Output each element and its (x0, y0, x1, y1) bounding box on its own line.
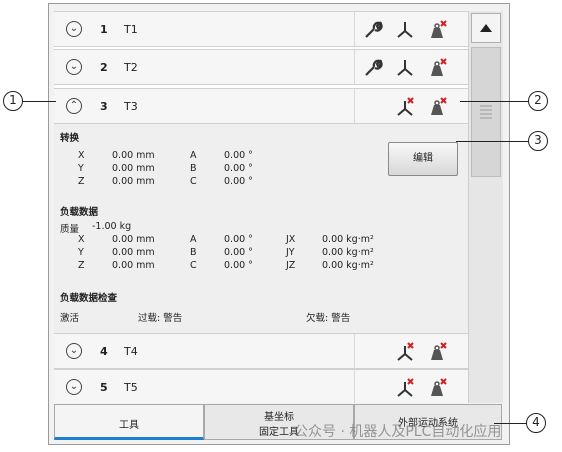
tool-row-t1[interactable]: ⌄ 1 T1 (54, 11, 468, 47)
load-weight-icon[interactable] (426, 341, 448, 363)
tool-row-t5[interactable]: ⌄ 5 T5 (54, 369, 468, 403)
tool-number: 4 (100, 345, 108, 358)
tool-number: 3 (100, 100, 108, 113)
callout-line (460, 101, 530, 102)
edit-button[interactable]: 编辑 (388, 142, 458, 176)
triangle-up-icon (480, 24, 492, 32)
chevron-up-icon[interactable]: ⌃ (66, 98, 82, 114)
mass-value: -1.00 kg (92, 221, 132, 232)
rot-value: 0.00 ° (224, 176, 253, 187)
tool-number: 2 (100, 61, 108, 74)
tab-label: 工具 (119, 420, 139, 431)
chevron-down-icon[interactable]: ⌄ (66, 343, 82, 359)
tool-number: 1 (100, 23, 108, 36)
axis-label: X (78, 150, 85, 161)
inertia-value: 0.00 kg·m² (322, 234, 374, 245)
load-weight-icon[interactable] (426, 377, 448, 399)
axis-value: 0.00 mm (112, 163, 155, 174)
rot-label: C (190, 176, 197, 187)
divider (354, 50, 355, 84)
axis-label: Z (78, 260, 85, 271)
rot-label: A (190, 150, 197, 161)
tool-name: T2 (124, 61, 138, 74)
underload-status: 欠载: 警告 (306, 313, 351, 324)
tool-name: T5 (124, 381, 138, 394)
transform-title: 转换 (60, 133, 80, 144)
load-data-title: 负载数据 (60, 207, 99, 218)
rot-value: 0.00 ° (224, 163, 253, 174)
tool-name: T1 (124, 23, 138, 36)
callout-line (456, 141, 530, 142)
inertia-label: JX (286, 234, 296, 245)
load-weight-icon[interactable] (426, 57, 448, 79)
axis-label: Y (78, 247, 84, 258)
chevron-down-icon[interactable]: ⌄ (66, 59, 82, 75)
axis-value: 0.00 mm (112, 176, 155, 187)
tool-row-t4[interactable]: ⌄ 4 T4 (54, 333, 468, 369)
load-weight-icon[interactable] (426, 96, 448, 118)
scroll-thumb[interactable] (471, 47, 501, 177)
scrollbar[interactable] (468, 11, 503, 403)
axis-value: 0.00 mm (112, 234, 155, 245)
coordinate-axes-icon[interactable] (394, 57, 416, 79)
callout-3: 3 (528, 131, 548, 151)
axis-label: Z (78, 176, 85, 187)
inertia-label: JY (286, 247, 295, 258)
rot-label: B (190, 163, 197, 174)
rot-label: C (190, 260, 197, 271)
load-check-title: 负载数据检查 (60, 293, 118, 304)
coordinate-axes-icon[interactable] (394, 96, 416, 118)
watermark-text: 公众号 · 机器人及PLC自动化应用 (294, 424, 502, 440)
axis-label: Y (78, 163, 84, 174)
axis-value: 0.00 mm (112, 150, 155, 161)
rot-value: 0.00 ° (224, 150, 253, 161)
tool-row-t3[interactable]: ⌃ 3 T3 (54, 88, 468, 124)
callout-2: 2 (528, 91, 548, 111)
divider (354, 12, 355, 46)
tool-name: T3 (124, 100, 138, 113)
tool-list: ⌄ 1 T1 ⌄ 2 T2 ⌃ 3 T3 转换 X 0.00 mm A 0.00… (54, 11, 468, 403)
scroll-up-button[interactable] (471, 13, 501, 43)
load-weight-icon[interactable] (426, 19, 448, 41)
axis-value: 0.00 mm (112, 260, 155, 271)
inertia-value: 0.00 kg·m² (322, 247, 374, 258)
callout-1: 1 (3, 91, 23, 111)
axis-value: 0.00 mm (112, 247, 155, 258)
axis-label: X (78, 234, 85, 245)
overload-status: 过载: 警告 (138, 313, 183, 324)
coordinate-axes-icon[interactable] (394, 377, 416, 399)
chevron-down-icon[interactable]: ⌄ (66, 21, 82, 37)
divider (354, 89, 355, 123)
tab-tool[interactable]: 工具 (54, 404, 204, 440)
tool-name: T4 (124, 345, 138, 358)
divider (354, 334, 355, 368)
rot-value: 0.00 ° (224, 234, 253, 245)
rot-label: B (190, 247, 197, 258)
grip-lines-icon (480, 105, 492, 119)
mass-label: 质量 (60, 224, 80, 235)
active-label: 激活 (60, 313, 80, 324)
coordinate-axes-icon[interactable] (394, 341, 416, 363)
rot-label: A (190, 234, 197, 245)
chevron-down-icon[interactable]: ⌄ (66, 379, 82, 395)
callout-line (22, 101, 56, 102)
divider (354, 370, 355, 403)
coordinate-axes-icon[interactable] (394, 19, 416, 41)
wrench-icon[interactable] (362, 57, 384, 79)
rot-value: 0.00 ° (224, 260, 253, 271)
tool-number: 5 (100, 381, 108, 394)
tool-row-t2[interactable]: ⌄ 2 T2 (54, 49, 468, 85)
rot-value: 0.00 ° (224, 247, 253, 258)
inertia-value: 0.00 kg·m² (322, 260, 374, 271)
tool-detail-panel: 转换 X 0.00 mm A 0.00 ° Y 0.00 mm B 0.00 °… (54, 124, 468, 334)
callout-4: 4 (526, 413, 546, 433)
inertia-label: JZ (286, 260, 296, 271)
wrench-icon[interactable] (362, 19, 384, 41)
